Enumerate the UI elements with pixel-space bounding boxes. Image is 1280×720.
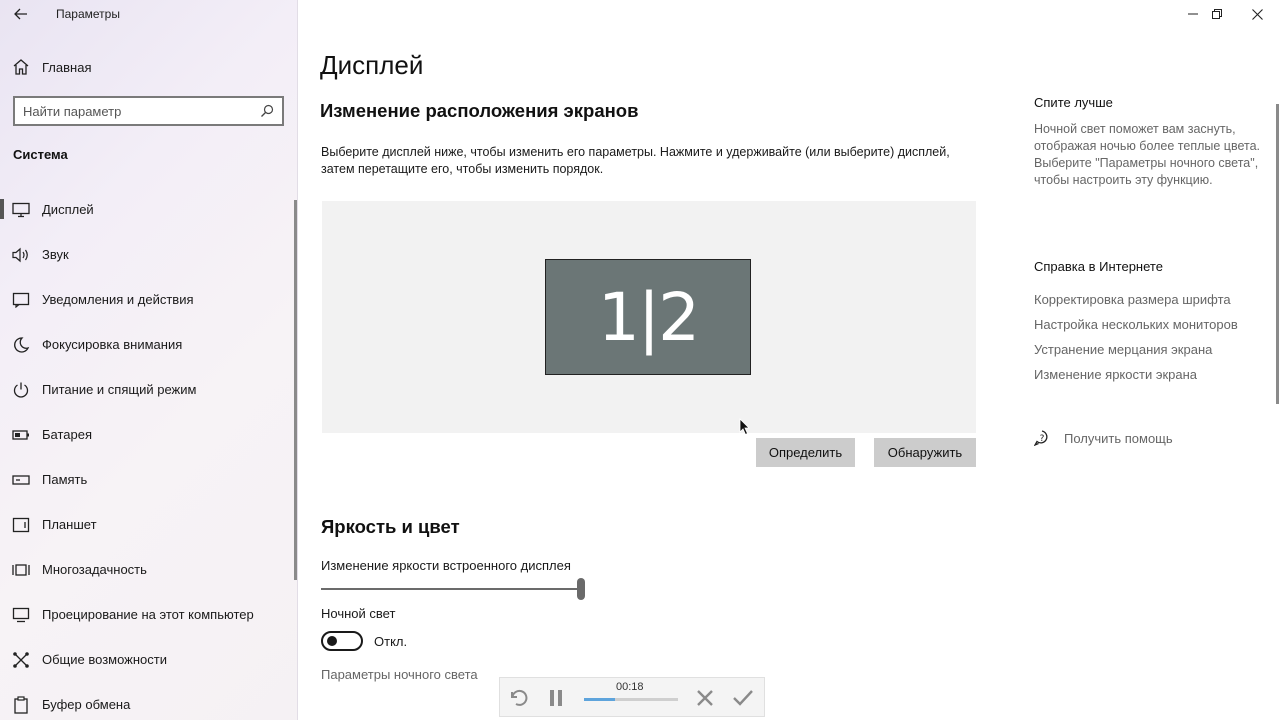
arrange-description: Выберите дисплей ниже, чтобы изменить ег… (321, 145, 950, 176)
title-bar: Параметры (0, 0, 297, 30)
sidebar-item-label: Многозадачность (42, 562, 147, 577)
toggle-knob (327, 636, 337, 646)
section-heading-system: Система (13, 147, 68, 162)
clipboard-icon (12, 695, 30, 714)
content-scrollbar[interactable] (1276, 104, 1279, 404)
sidebar-item-label: Уведомления и действия (42, 292, 194, 307)
power-icon (12, 381, 30, 399)
confirm-recording-button[interactable] (731, 686, 755, 710)
sidebar-item-notifications[interactable]: Уведомления и действия (0, 277, 298, 322)
sidebar-item-storage[interactable]: Память (0, 457, 298, 502)
sidebar-item-label: Общие возможности (42, 652, 168, 667)
identify-button[interactable]: Определить (756, 438, 855, 467)
sleep-better-text: Ночной свет поможет вам заснуть, отображ… (1034, 122, 1261, 187)
cancel-recording-button[interactable] (693, 686, 717, 710)
back-arrow-icon (14, 8, 27, 20)
pause-icon (550, 690, 562, 706)
sidebar-item-power[interactable]: Питание и спящий режим (0, 367, 298, 412)
main-content: Дисплей Изменение расположения экранов В… (320, 0, 1000, 720)
recorder-bar: 00:18 (499, 677, 765, 717)
home-label: Главная (42, 59, 92, 75)
sidebar-item-focus-assist[interactable]: Фокусировка внимания (0, 322, 298, 367)
sidebar: Параметры Главная Система Дисплей Звук (0, 0, 298, 720)
recording-progress-fill (584, 698, 616, 701)
search-input[interactable] (23, 103, 253, 119)
checkmark-icon (733, 690, 753, 706)
sidebar-item-label: Дисплей (42, 202, 94, 217)
help-link-font-size[interactable]: Корректировка размера шрифта (1034, 292, 1231, 307)
web-help-heading: Справка в Интернете (1034, 259, 1163, 274)
get-help-link[interactable]: ? Получить помощь (1034, 430, 1173, 446)
close-button[interactable] (1234, 0, 1280, 28)
search-icon[interactable] (260, 104, 274, 118)
help-link-brightness[interactable]: Изменение яркости экрана (1034, 367, 1197, 382)
sidebar-item-home[interactable]: Главная (12, 56, 91, 78)
battery-icon (12, 426, 30, 444)
projecting-icon (12, 606, 30, 624)
close-icon (697, 690, 713, 706)
close-icon (1251, 8, 1263, 20)
speaker-icon (12, 246, 30, 264)
monitor-tile[interactable]: 1|2 (545, 259, 751, 375)
pause-button[interactable] (544, 686, 568, 710)
sidebar-item-tablet[interactable]: Планшет (0, 502, 298, 547)
sidebar-item-shared-experiences[interactable]: Общие возможности (0, 637, 298, 682)
brightness-slider-thumb[interactable] (577, 578, 585, 600)
sidebar-item-label: Память (42, 472, 88, 487)
sidebar-item-multitasking[interactable]: Многозадачность (0, 547, 298, 592)
recording-time: 00:18 (616, 681, 644, 693)
brightness-slider-track[interactable] (321, 588, 579, 590)
night-light-label: Ночной свет (321, 606, 396, 621)
sidebar-item-label: Буфер обмена (42, 697, 131, 712)
sidebar-item-label: Батарея (42, 427, 93, 442)
shared-experiences-icon (12, 651, 30, 669)
display-arrangement-area[interactable]: 1|2 (322, 201, 976, 433)
moon-icon (12, 336, 30, 354)
sleep-better-heading: Спите лучше (1034, 95, 1113, 110)
get-help-label: Получить помощь (1064, 430, 1173, 446)
sidebar-item-label: Планшет (42, 517, 97, 532)
sidebar-item-label: Проецирование на этот компьютер (42, 607, 254, 622)
sidebar-item-projecting[interactable]: Проецирование на этот компьютер (0, 592, 298, 637)
sidebar-nav: Дисплей Звук Уведомления и действия Фоку… (0, 187, 298, 720)
brightness-label: Изменение яркости встроенного дисплея (321, 558, 571, 573)
mouse-cursor-icon (739, 418, 750, 436)
night-light-settings-link[interactable]: Параметры ночного света (321, 667, 478, 682)
page-title: Дисплей (320, 50, 424, 80)
sidebar-item-label: Фокусировка внимания (42, 337, 183, 352)
undo-icon (511, 689, 528, 706)
section-title-brightness: Яркость и цвет (321, 516, 460, 537)
night-light-toggle[interactable] (321, 631, 363, 651)
restart-button[interactable] (506, 686, 530, 710)
back-button[interactable] (8, 2, 34, 26)
help-link-flicker[interactable]: Устранение мерцания экрана (1034, 342, 1212, 357)
sidebar-item-label: Звук (42, 247, 69, 262)
help-link-multiple-monitors[interactable]: Настройка нескольких мониторов (1034, 317, 1238, 332)
sidebar-item-battery[interactable]: Батарея (0, 412, 298, 457)
section-title-arrange: Изменение расположения экранов (320, 100, 639, 121)
storage-icon (12, 471, 30, 489)
sidebar-item-sound[interactable]: Звук (0, 232, 298, 277)
chat-help-icon: ? (1034, 430, 1048, 446)
sidebar-item-display[interactable]: Дисплей (0, 187, 298, 232)
svg-text:?: ? (1040, 434, 1045, 444)
restore-icon (1212, 9, 1222, 19)
night-light-state: Откл. (374, 634, 408, 649)
recording-progress-track (584, 698, 678, 701)
monitor-icon (12, 201, 30, 219)
search-box[interactable] (13, 96, 284, 126)
home-icon (13, 59, 29, 75)
notification-icon (12, 291, 30, 309)
sidebar-scrollbar[interactable] (294, 200, 297, 580)
detect-button[interactable]: Обнаружить (874, 438, 976, 467)
multitasking-icon (12, 561, 30, 579)
sidebar-item-clipboard[interactable]: Буфер обмена (0, 682, 298, 720)
app-title: Параметры (56, 7, 120, 21)
sidebar-item-label: Питание и спящий режим (42, 382, 197, 397)
tablet-icon (12, 516, 30, 534)
